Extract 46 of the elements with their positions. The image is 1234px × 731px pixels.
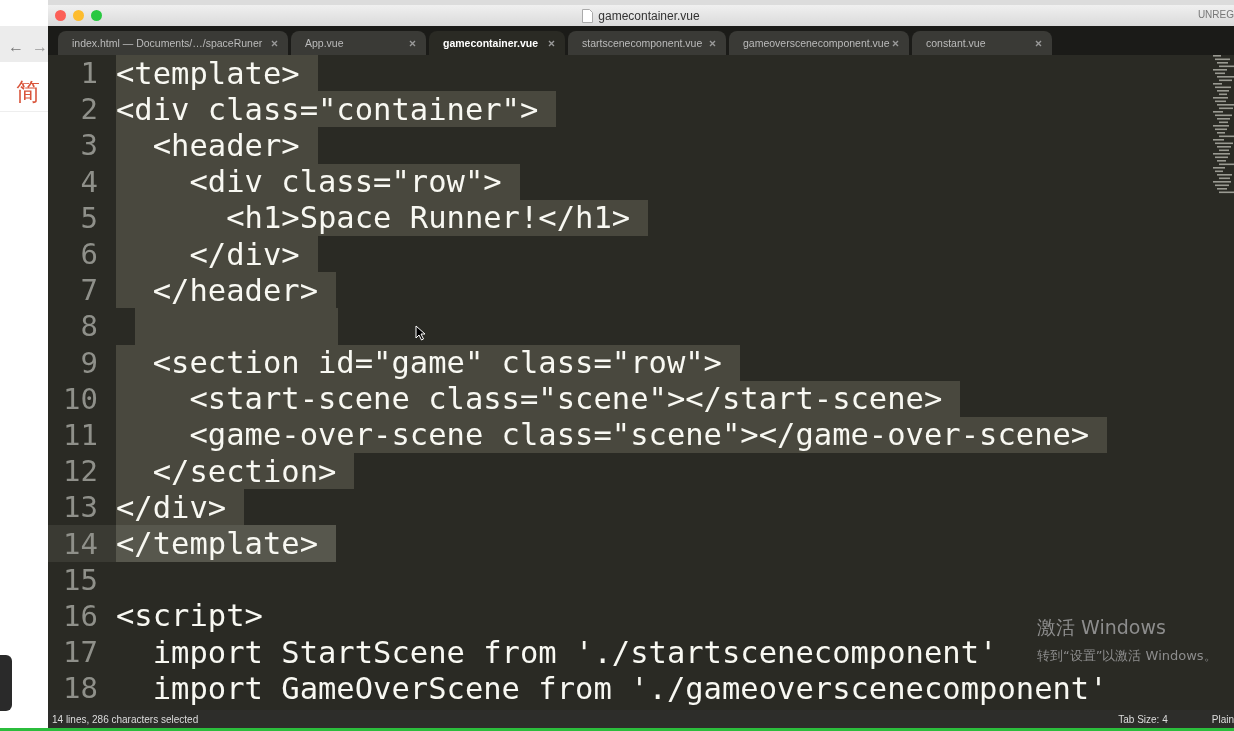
code-line: import GameOverScene from './gameoverscenecomponent' [151, 670, 1109, 707]
selection-status: 14 lines, 286 characters selected [52, 713, 199, 725]
tab-size-status[interactable]: Tab Size: 4 [1118, 713, 1168, 725]
activation-hint: 转到“设置”以激活 Windows。 [1037, 647, 1217, 665]
license-label: UNREG [1197, 9, 1234, 20]
line-number: 12 [62, 453, 99, 490]
line-number: 4 [79, 163, 99, 200]
mouse-pointer-icon [415, 325, 425, 341]
editor-tab[interactable]: constant.vue [912, 31, 1052, 55]
close-icon[interactable] [409, 39, 416, 47]
line-number: 13 [62, 489, 99, 526]
close-icon[interactable] [709, 39, 716, 47]
window-title: gamecontainer.vue [598, 8, 700, 23]
line-number: 8 [79, 308, 99, 345]
line-number: 2 [79, 91, 99, 128]
editor-tab[interactable]: App.vue [291, 31, 426, 55]
close-button[interactable] [55, 10, 66, 21]
line-number: 10 [62, 380, 99, 417]
document-icon [582, 8, 594, 23]
close-icon[interactable] [548, 39, 555, 47]
back-arrow[interactable]: ← [8, 38, 24, 56]
close-icon[interactable] [1035, 39, 1042, 47]
close-icon[interactable] [892, 39, 899, 47]
syntax-status[interactable]: Plain [1211, 713, 1234, 725]
line-number: 17 [62, 634, 99, 671]
dock-edge [0, 655, 12, 711]
line-number: 15 [62, 561, 99, 598]
activation-title: 激活 Windows [1037, 615, 1167, 640]
line-number: 18 [62, 670, 99, 707]
editor-tab[interactable]: gameoverscenecomponent.vue [729, 31, 909, 55]
editor-tab[interactable]: startscenecomponent.vue [568, 31, 726, 55]
code-line: import StartScene from './startscenecomponent' [151, 634, 999, 671]
line-number: 1 [79, 55, 99, 92]
editor-tab[interactable]: index.html — Documents/…/spaceRuner [58, 31, 288, 55]
line-number: 14 [48, 525, 116, 562]
code-line: <script> [116, 597, 264, 634]
editor-tab[interactable]: gamecontainer.vue [429, 31, 565, 55]
line-number: 6 [79, 236, 99, 273]
page-heading: 简 [16, 78, 40, 106]
line-number: 16 [62, 597, 99, 634]
line-number: 9 [79, 344, 99, 381]
line-number: 7 [79, 272, 99, 309]
line-number: 5 [79, 199, 99, 236]
line-number: 11 [62, 416, 99, 454]
close-icon[interactable] [271, 39, 278, 47]
line-number: 3 [79, 127, 99, 164]
